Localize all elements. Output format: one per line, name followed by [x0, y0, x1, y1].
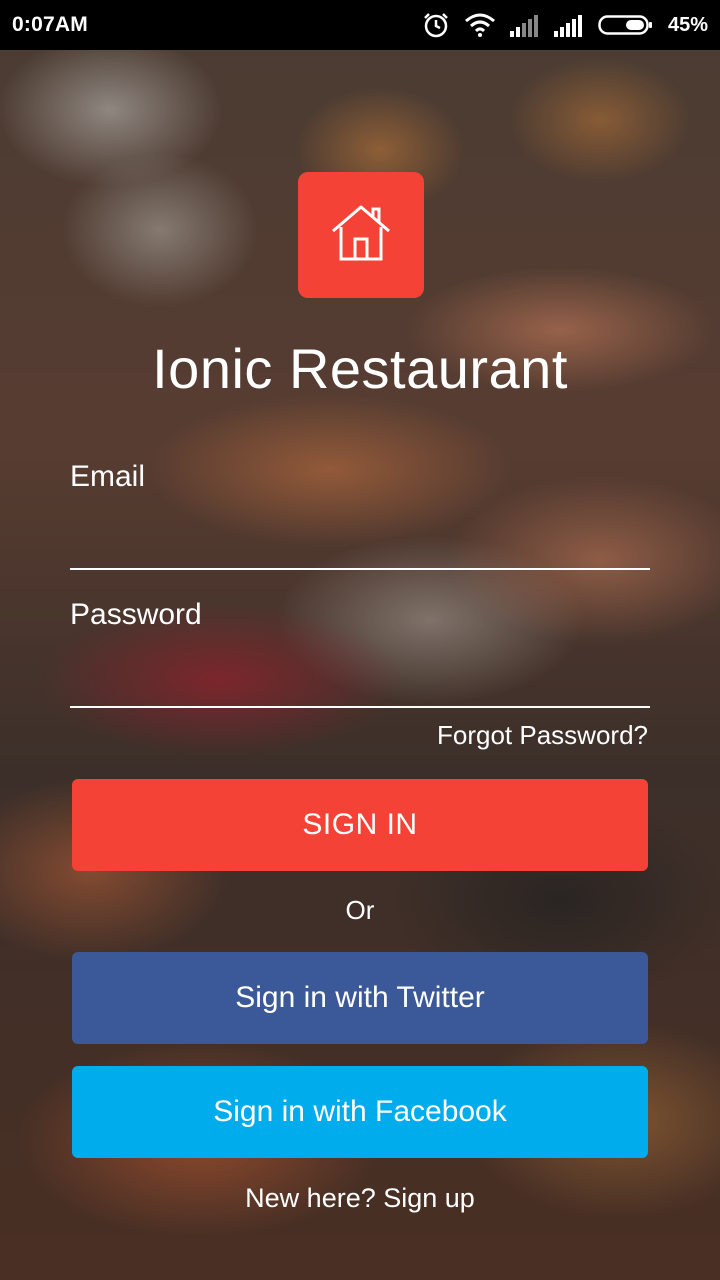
alarm-icon	[422, 11, 450, 39]
app-logo	[298, 172, 424, 298]
password-field-group: Password	[70, 598, 650, 708]
password-label: Password	[70, 598, 202, 631]
battery-icon	[598, 13, 654, 37]
app-title: Ionic Restaurant	[152, 337, 568, 400]
home-icon	[329, 201, 393, 270]
forgot-password-link[interactable]: Forgot Password?	[437, 720, 648, 751]
email-label: Email	[70, 460, 146, 493]
facebook-sign-in-button[interactable]: Sign in with Facebook	[72, 1066, 648, 1158]
twitter-sign-in-button[interactable]: Sign in with Twitter	[72, 952, 648, 1044]
sign-in-button[interactable]: SIGN IN	[72, 779, 648, 871]
battery-percent: 45%	[667, 13, 708, 36]
signal-icon	[553, 13, 584, 37]
signal-icon	[509, 13, 540, 37]
status-time: 0:07AM	[12, 13, 88, 36]
sign-up-link[interactable]: New here? Sign up	[0, 1183, 720, 1214]
status-bar: 0:07AM 45%	[0, 0, 720, 50]
password-input[interactable]	[70, 650, 650, 708]
or-separator: Or	[345, 895, 375, 925]
email-input[interactable]	[70, 512, 650, 570]
login-screen: Ionic Restaurant Email Password Forgot P…	[0, 0, 720, 1280]
email-field-group: Email	[70, 460, 650, 570]
wifi-icon	[464, 13, 496, 37]
status-icons: 45%	[422, 11, 708, 39]
